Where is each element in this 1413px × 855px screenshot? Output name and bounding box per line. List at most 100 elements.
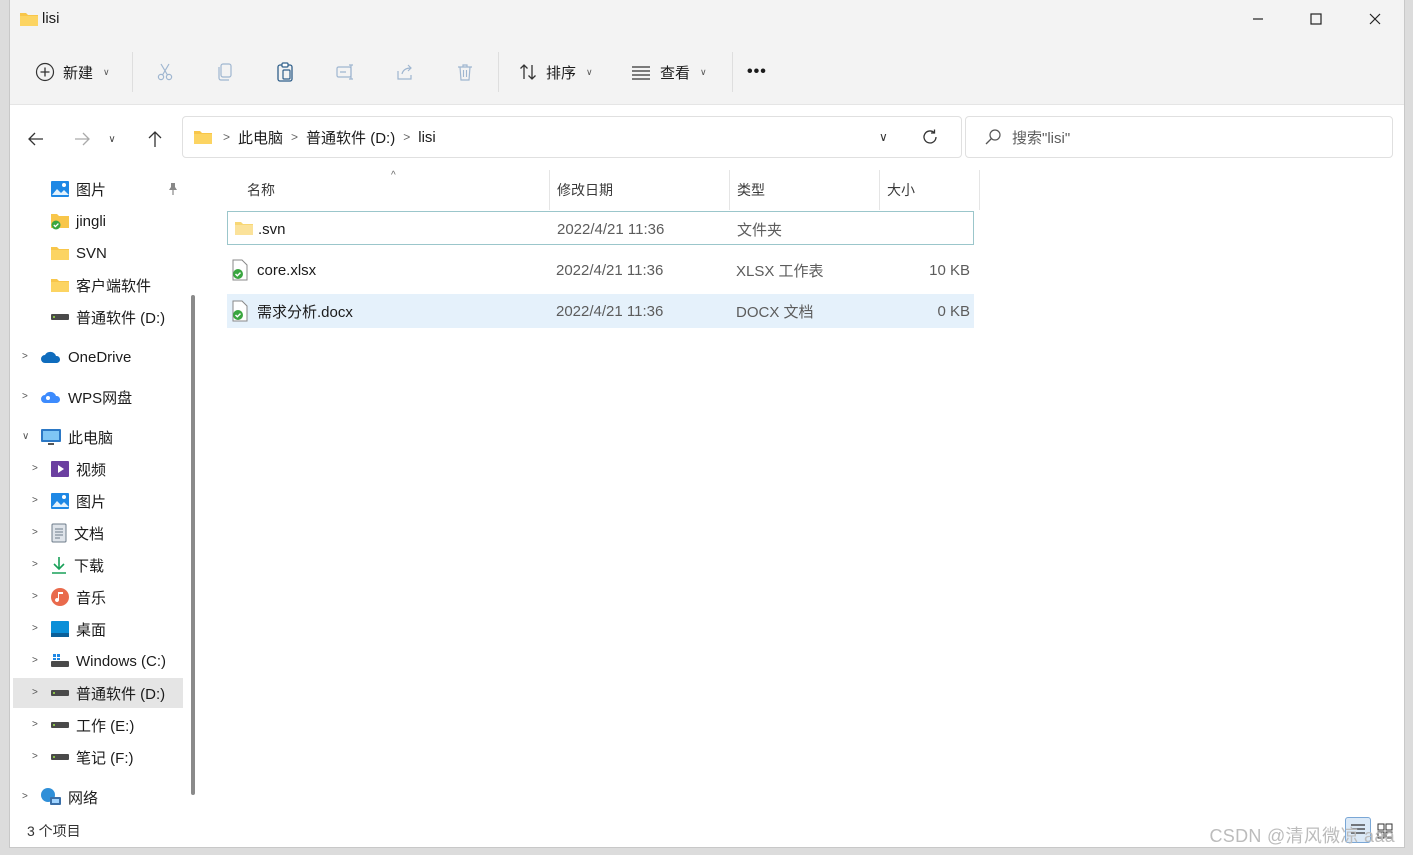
pictures-icon — [51, 181, 69, 197]
chevron-down-icon[interactable]: ∨ — [22, 431, 29, 442]
sidebar-item-desktop[interactable]: 桌面 — [50, 614, 106, 644]
view-label: 查看 — [660, 64, 691, 82]
copy-icon — [218, 63, 232, 81]
sidebar-item-videos[interactable]: 视频 — [50, 454, 106, 484]
chevron-right-icon[interactable]: > — [32, 495, 38, 506]
back-button[interactable] — [19, 122, 53, 156]
sidebar-item-downloads[interactable]: 下载 — [50, 550, 104, 580]
file-row[interactable]: 需求分析.docx 2022/4/21 11:36 DOCX 文档 0 KB — [227, 294, 974, 328]
search-placeholder: 搜索"lisi" — [1012, 129, 1071, 147]
file-size: 10 KB — [929, 261, 970, 279]
chevron-right-icon[interactable]: > — [32, 687, 38, 698]
drive-icon — [51, 314, 69, 320]
folder-icon — [51, 279, 69, 292]
chevron-right-icon[interactable]: > — [32, 751, 38, 762]
chevron-right-icon[interactable]: > — [32, 559, 38, 570]
sidebar-item-label: SVN — [76, 244, 107, 262]
pin-icon[interactable] — [167, 182, 179, 196]
sidebar-item-this-pc[interactable]: 此电脑 — [40, 422, 113, 452]
chevron-right-icon[interactable]: > — [32, 463, 38, 474]
sidebar-item-jingli[interactable]: jingli — [50, 206, 106, 236]
minimize-icon — [1253, 18, 1263, 20]
file-row[interactable]: core.xlsx 2022/4/21 11:36 XLSX 工作表 10 KB — [227, 253, 974, 287]
rename-icon — [336, 64, 353, 80]
close-button[interactable] — [1346, 0, 1404, 38]
sidebar-item-label: 工作 (E:) — [76, 717, 135, 735]
pictures-icon — [51, 493, 69, 509]
sidebar-item-drive-d-quick[interactable]: 普通软件 (D:) — [50, 302, 165, 332]
new-label: 新建 — [63, 64, 94, 82]
sidebar-item-drive-e[interactable]: 工作 (E:) — [50, 710, 134, 740]
sidebar-item-drive-d[interactable]: 普通软件 (D:) — [13, 678, 183, 708]
folder-icon — [51, 247, 69, 260]
delete-button[interactable] — [447, 54, 483, 90]
sidebar-scrollbar[interactable] — [191, 295, 195, 795]
sidebar-item-wps-drive[interactable]: WPS网盘 — [40, 382, 132, 412]
sort-label: 排序 — [546, 64, 577, 82]
sidebar-item-pictures-quick[interactable]: 图片 — [50, 174, 106, 204]
view-button[interactable]: 查看 ∨ — [630, 50, 707, 94]
sidebar-item-network[interactable]: 网络 — [40, 782, 98, 812]
navigation-pane: 图片 jingli SVN 客户端软件 普通软件 (D:) > OneDrive… — [10, 170, 190, 820]
sort-ascending-icon: ^ — [391, 170, 396, 181]
maximize-button[interactable] — [1287, 0, 1345, 38]
new-button[interactable]: 新建 ∨ — [35, 50, 110, 94]
sidebar-item-client-software[interactable]: 客户端软件 — [50, 270, 151, 300]
chevron-right-icon[interactable]: > — [32, 655, 38, 666]
chevron-right-icon[interactable]: > — [32, 527, 38, 538]
chevron-right-icon[interactable]: > — [22, 391, 28, 402]
sidebar-item-svn[interactable]: SVN — [50, 238, 107, 268]
chevron-right-icon[interactable]: > — [32, 591, 38, 602]
sidebar-item-drive-c[interactable]: Windows (C:) — [50, 646, 166, 676]
column-header-size[interactable]: 大小 — [887, 170, 915, 210]
breadcrumb-this-pc[interactable]: 此电脑 — [238, 127, 283, 148]
copy-button[interactable] — [207, 54, 243, 90]
file-name: core.xlsx — [257, 261, 317, 279]
sidebar-item-onedrive[interactable]: OneDrive — [40, 342, 131, 372]
sidebar-item-label: 普通软件 (D:) — [76, 685, 166, 703]
minimize-button[interactable] — [1229, 0, 1287, 38]
scissors-icon — [157, 63, 173, 81]
file-row[interactable]: .svn 2022/4/21 11:36 文件夹 — [227, 211, 974, 245]
sort-button[interactable]: 排序 ∨ — [518, 50, 593, 94]
chevron-down-icon: ∨ — [103, 66, 110, 77]
chevron-right-icon[interactable]: > — [22, 791, 28, 802]
rename-button[interactable] — [327, 54, 363, 90]
share-button[interactable] — [387, 54, 423, 90]
chevron-right-icon[interactable]: > — [32, 719, 38, 730]
recent-locations-button[interactable]: ∨ — [102, 122, 122, 156]
column-divider[interactable] — [729, 170, 730, 210]
column-header-type[interactable]: 类型 — [737, 170, 765, 210]
arrow-right-icon — [75, 132, 90, 146]
chevron-right-icon[interactable]: > — [22, 351, 28, 362]
column-divider[interactable] — [879, 170, 880, 210]
forward-button[interactable] — [65, 122, 99, 156]
sidebar-item-documents[interactable]: 文档 — [50, 518, 104, 548]
column-divider[interactable] — [549, 170, 550, 210]
breadcrumb-lisi[interactable]: lisi — [418, 129, 436, 146]
paste-button[interactable] — [267, 54, 303, 90]
sidebar-item-drive-f[interactable]: 笔记 (F:) — [50, 742, 134, 772]
more-options-button[interactable]: ••• — [747, 50, 767, 94]
network-icon — [41, 788, 61, 805]
onedrive-cloud-icon — [41, 351, 61, 363]
file-type: 文件夹 — [737, 221, 783, 239]
search-box[interactable]: 搜索"lisi" — [965, 116, 1393, 158]
sidebar-item-pictures[interactable]: 图片 — [50, 486, 106, 516]
chevron-right-icon[interactable]: > — [32, 623, 38, 634]
breadcrumb-drive-d[interactable]: 普通软件 (D:) — [306, 127, 395, 148]
column-header-name[interactable]: 名称 — [247, 170, 275, 210]
sidebar-item-music[interactable]: 音乐 — [50, 582, 106, 612]
column-divider[interactable] — [979, 170, 980, 210]
chevron-right-icon: > — [291, 130, 299, 144]
up-button[interactable] — [138, 122, 172, 156]
column-type-label: 类型 — [737, 182, 765, 198]
column-header-modified[interactable]: 修改日期 — [557, 170, 613, 210]
desktop-icon — [51, 621, 69, 637]
address-history-chevron-icon[interactable]: ∨ — [879, 130, 888, 144]
refresh-icon[interactable] — [921, 128, 939, 146]
sidebar-item-label: 笔记 (F:) — [76, 749, 134, 767]
cut-button[interactable] — [147, 54, 183, 90]
sidebar-item-label: 网络 — [68, 789, 99, 807]
address-bar[interactable]: > 此电脑 > 普通软件 (D:) > lisi ∨ — [182, 116, 962, 158]
